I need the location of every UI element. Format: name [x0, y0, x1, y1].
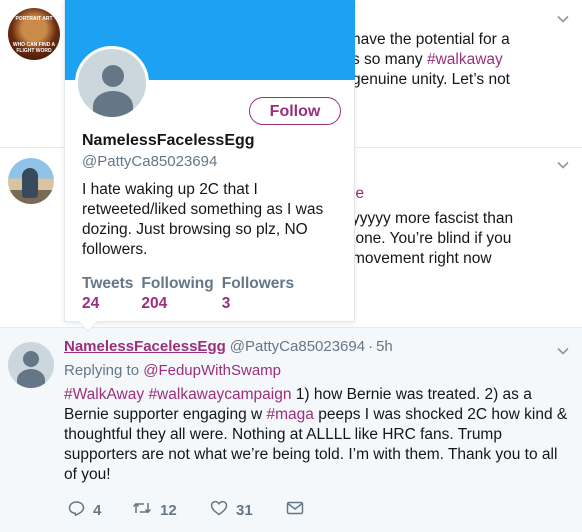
profile-name[interactable]: NamelessFacelessEgg — [82, 132, 255, 150]
profile-stats: Tweets 24 Following 204 Followers 3 — [82, 275, 302, 313]
retweet-icon — [132, 500, 152, 520]
tweet-text: #WalkAway #walkawaycampaign 1) how Berni… — [64, 385, 572, 485]
retweet-button[interactable]: 12 — [132, 500, 210, 520]
tweet-item[interactable]: NamelessFacelessEgg @PattyCa85023694 · 5h R… — [0, 328, 582, 532]
reply-icon — [68, 500, 85, 520]
tweet-text-line: lone. You’re blind if you — [352, 230, 512, 247]
tweet-text-fragment: s so many — [352, 51, 427, 68]
tweet-actions: 4 12 31 — [68, 500, 304, 520]
profile-handle[interactable]: @PattyCa85023694 — [82, 153, 217, 170]
avatar-caption-bottom: WHO CAN FIND A FLIGHT WORD — [12, 42, 56, 54]
avatar-figure — [22, 168, 38, 198]
chevron-down-icon[interactable] — [556, 344, 570, 358]
stat-label: Following — [141, 275, 214, 292]
profile-hover-card: Follow NamelessFacelessEgg @PattyCa85023… — [64, 0, 355, 332]
avatar-caption-top: PORTRAIT ART — [15, 16, 53, 22]
stat-following[interactable]: Following 204 — [141, 275, 213, 313]
default-avatar-body — [17, 369, 45, 388]
follow-button[interactable]: Follow — [249, 97, 341, 125]
like-count: 31 — [236, 501, 253, 519]
separator-dot: · — [368, 338, 374, 355]
tweet-text-line: s so many #walkaway — [352, 50, 503, 70]
stat-label: Followers — [221, 275, 295, 292]
replying-to-link[interactable]: @FedupWithSwamp — [143, 362, 281, 379]
tweet-header: NamelessFacelessEgg @PattyCa85023694 · 5h — [64, 338, 393, 355]
tweet-text-line: have the potential for a — [352, 31, 510, 48]
reply-count: 4 — [93, 501, 102, 519]
avatar[interactable]: PORTRAIT ART WHO CAN FIND A FLIGHT WORD — [8, 8, 60, 60]
hashtag-link[interactable]: #walkawaycampaign — [148, 386, 291, 403]
stat-tweets[interactable]: Tweets 24 — [82, 275, 133, 313]
default-avatar-body — [93, 91, 133, 117]
envelope-icon — [286, 501, 304, 519]
tweet-text-line: genuine unity. Let’s not — [352, 71, 510, 88]
tweet-text-line: yyyyy more fascist than — [352, 210, 514, 227]
avatar[interactable] — [8, 158, 54, 204]
heart-icon — [210, 500, 228, 520]
user-name-link[interactable]: NamelessFacelessEgg — [64, 338, 226, 355]
hashtag-link[interactable]: #walkaway — [427, 51, 503, 68]
default-avatar-head — [102, 65, 124, 87]
user-handle[interactable]: @PattyCa85023694 — [230, 338, 365, 355]
stat-value: 3 — [221, 295, 231, 312]
profile-avatar[interactable] — [75, 46, 149, 120]
stat-label: Tweets — [82, 275, 134, 292]
like-button[interactable]: 31 — [210, 500, 286, 520]
stat-value: 24 — [82, 295, 100, 312]
reply-button[interactable]: 4 — [68, 500, 132, 520]
timestamp-link[interactable]: 5h — [376, 338, 393, 355]
replying-prefix: Replying to — [64, 362, 144, 379]
hashtag-link[interactable]: #WalkAway — [64, 386, 144, 403]
stat-followers[interactable]: Followers 3 — [222, 275, 294, 313]
default-avatar-head — [23, 351, 39, 367]
tweet-text-line: movement right now — [352, 250, 492, 267]
replying-to: Replying to @FedupWithSwamp — [64, 362, 281, 379]
stat-value: 204 — [141, 295, 168, 312]
retweet-count: 12 — [160, 501, 177, 519]
direct-message-button[interactable] — [286, 501, 304, 519]
profile-bio: I hate waking up 2C that I retweeted/lik… — [82, 181, 324, 258]
chevron-down-icon[interactable] — [556, 12, 570, 26]
hashtag-link[interactable]: #maga — [267, 406, 314, 423]
avatar[interactable] — [8, 342, 54, 388]
chevron-down-icon[interactable] — [556, 158, 570, 172]
